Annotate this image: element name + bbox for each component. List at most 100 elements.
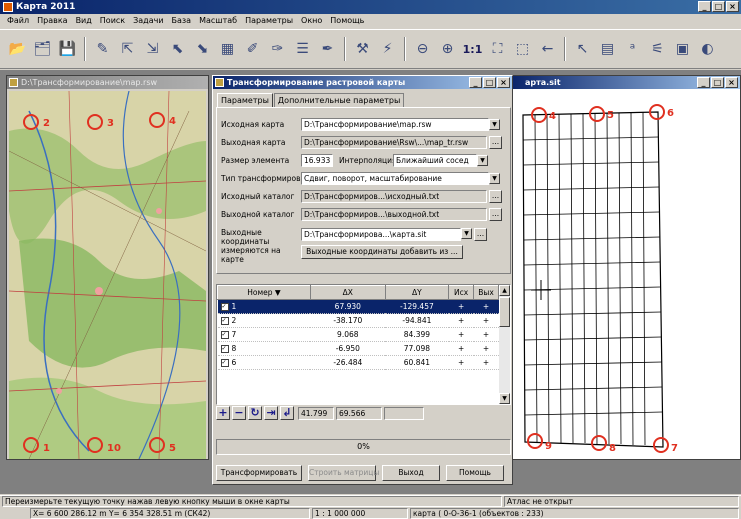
element-size-field[interactable]: 16.933 — [301, 154, 333, 167]
zoom-out-icon[interactable]: ⊖ — [411, 37, 434, 61]
raster-map-image[interactable]: 2 3 4 1 10 5 — [9, 91, 206, 459]
scroll-up-icon[interactable]: ▲ — [499, 285, 510, 296]
legend-icon[interactable]: ▣ — [671, 37, 694, 61]
menu-help[interactable]: Помощь — [326, 14, 368, 28]
source-map-field[interactable]: D:\Трансформирование\map.rsw — [301, 118, 489, 131]
scroll-down-icon[interactable]: ▼ — [499, 393, 510, 404]
grid-map-window[interactable]: арта.sit _ □ × 4 5 6 9 8 7 — [510, 75, 741, 460]
fit-window-icon[interactable]: ⛶ — [486, 37, 509, 61]
row-checkbox[interactable]: ✓ — [220, 317, 229, 325]
browse-output-map-button[interactable]: ... — [489, 136, 502, 149]
menu-search[interactable]: Поиск — [96, 14, 129, 28]
grid-canvas[interactable]: 4 5 6 9 8 7 — [511, 90, 740, 459]
undo-icon[interactable]: ↲ — [280, 406, 294, 420]
column-header-out[interactable]: Вых — [473, 285, 499, 300]
control-point-marker[interactable] — [149, 437, 165, 453]
row-checkbox[interactable]: ✓ — [220, 331, 229, 339]
menu-parameters[interactable]: Параметры — [241, 14, 297, 28]
table-icon[interactable]: ▤ — [596, 37, 619, 61]
close-button[interactable]: × — [497, 77, 510, 88]
column-header-dy[interactable]: ΔY — [384, 285, 450, 300]
chevron-down-icon[interactable]: ▼ — [489, 119, 500, 130]
menu-edit[interactable]: Правка — [33, 14, 71, 28]
row-checkbox[interactable]: ✓ — [220, 303, 229, 311]
scale-one-to-one-button[interactable]: 1:1 — [461, 37, 484, 61]
frame-select-icon[interactable]: ▦ — [216, 37, 239, 61]
row-checkbox[interactable]: ✓ — [220, 345, 229, 353]
map-window[interactable]: D:\Трансформирование\map.rsw 2 3 4 1 10 … — [6, 75, 209, 460]
chevron-down-icon[interactable]: ▼ — [477, 155, 488, 166]
control-point-marker[interactable] — [531, 107, 547, 123]
lightning-icon[interactable]: ⚡ — [376, 37, 399, 61]
draw-icon[interactable]: ✒ — [316, 37, 339, 61]
dialog-titlebar[interactable]: Трансформирование растровой карты _ □ × — [213, 76, 512, 89]
control-point-marker[interactable] — [87, 437, 103, 453]
maximize-button[interactable]: □ — [483, 77, 496, 88]
control-point-marker[interactable] — [649, 104, 665, 120]
table-row[interactable]: ✓ 7 9.068 84.399 + + — [217, 327, 499, 342]
move-point-icon[interactable]: ⇥ — [264, 406, 278, 420]
close-button[interactable]: × — [726, 1, 739, 12]
open-map-icon[interactable]: 🗂 — [31, 37, 54, 61]
build-matrix-button[interactable]: Строить матрицы — [308, 465, 379, 481]
select-icon[interactable]: ⇱ — [116, 37, 139, 61]
measure-icon[interactable]: ⚟ — [646, 37, 669, 61]
zoom-in-icon[interactable]: ⊕ — [436, 37, 459, 61]
select-group-icon[interactable]: ⬊ — [191, 37, 214, 61]
tools-icon[interactable]: ⚒ — [351, 37, 374, 61]
control-point-marker[interactable] — [527, 433, 543, 449]
menu-scale[interactable]: Масштаб — [195, 14, 241, 28]
menu-file[interactable]: Файл — [3, 14, 33, 28]
row-checkbox[interactable]: ✓ — [220, 359, 229, 367]
text-icon[interactable]: ᵃ — [621, 37, 644, 61]
minimize-button[interactable]: _ — [469, 77, 482, 88]
column-header-src[interactable]: Исх — [448, 285, 475, 300]
list-icon[interactable]: ☰ — [291, 37, 314, 61]
control-point-marker[interactable] — [87, 114, 103, 130]
chevron-down-icon[interactable]: ▼ — [461, 228, 472, 239]
minimize-button[interactable]: _ — [698, 1, 711, 12]
control-point-marker[interactable] — [653, 437, 669, 453]
table-scrollbar[interactable]: ▲ ▼ — [499, 285, 510, 404]
pointer-icon[interactable]: ↖ — [571, 37, 594, 61]
control-point-marker[interactable] — [591, 435, 607, 451]
menu-view[interactable]: Вид — [72, 14, 96, 28]
menu-window[interactable]: Окно — [297, 14, 326, 28]
output-coords-select[interactable]: D:\Трансформирова...\карта.sit — [301, 228, 461, 241]
map-window-titlebar[interactable]: D:\Трансформирование\map.rsw — [7, 76, 208, 89]
grid-window-titlebar[interactable]: арта.sit _ □ × — [511, 76, 740, 89]
menu-database[interactable]: База — [168, 14, 196, 28]
edit-points-icon[interactable]: ✑ — [266, 37, 289, 61]
globe-icon[interactable]: ◐ — [696, 37, 719, 61]
table-row[interactable]: ✓ 2 -38.170 -94.841 + + — [217, 313, 499, 328]
open-folder-icon[interactable]: 📂 — [6, 37, 29, 61]
minimize-button[interactable]: _ — [697, 77, 710, 88]
tab-extra-parameters[interactable]: Дополнительные параметры — [273, 93, 405, 107]
scroll-thumb[interactable] — [499, 297, 510, 327]
add-output-coords-button[interactable]: Выходные координаты добавить из ... — [301, 245, 463, 259]
table-row[interactable]: ✓ 6 -26.484 60.841 + + — [217, 355, 499, 370]
output-map-field[interactable]: D:\Трансформирование\Rsw\...\map_tr.rsw — [301, 136, 487, 149]
output-dir-field[interactable]: D:\Трансформиров...\выходной.txt — [301, 208, 487, 221]
zoom-area-icon[interactable]: ⬚ — [511, 37, 534, 61]
layers-icon[interactable]: ✎ — [91, 37, 114, 61]
interpolation-select[interactable]: Ближайший сосед — [393, 154, 477, 167]
tab-parameters[interactable]: Параметры — [217, 93, 273, 107]
remove-point-icon[interactable]: − — [232, 406, 246, 420]
menu-tasks[interactable]: Задачи — [129, 14, 167, 28]
control-point-marker[interactable] — [23, 437, 39, 453]
refresh-icon[interactable]: ↻ — [248, 406, 262, 420]
control-point-marker[interactable] — [589, 106, 605, 122]
control-points-table[interactable]: Номер ▼ ΔX ΔY Исх Вых ✓ 1 67.930 -129.457 … — [216, 284, 511, 405]
exit-button[interactable]: Выход — [382, 465, 440, 481]
browse-source-dir-button[interactable]: ... — [489, 190, 502, 203]
table-row[interactable]: ✓ 1 67.930 -129.457 + + — [217, 299, 499, 314]
column-header-number[interactable]: Номер ▼ — [217, 285, 311, 300]
save-icon[interactable]: 💾 — [56, 37, 79, 61]
edit-object-icon[interactable]: ✐ — [241, 37, 264, 61]
transform-type-select[interactable]: Сдвиг, поворот, масштабирование — [301, 172, 489, 185]
select-area-icon[interactable]: ⬉ — [166, 37, 189, 61]
browse-output-coords-button[interactable]: ... — [474, 228, 487, 241]
control-point-marker[interactable] — [149, 112, 165, 128]
browse-output-dir-button[interactable]: ... — [489, 208, 502, 221]
